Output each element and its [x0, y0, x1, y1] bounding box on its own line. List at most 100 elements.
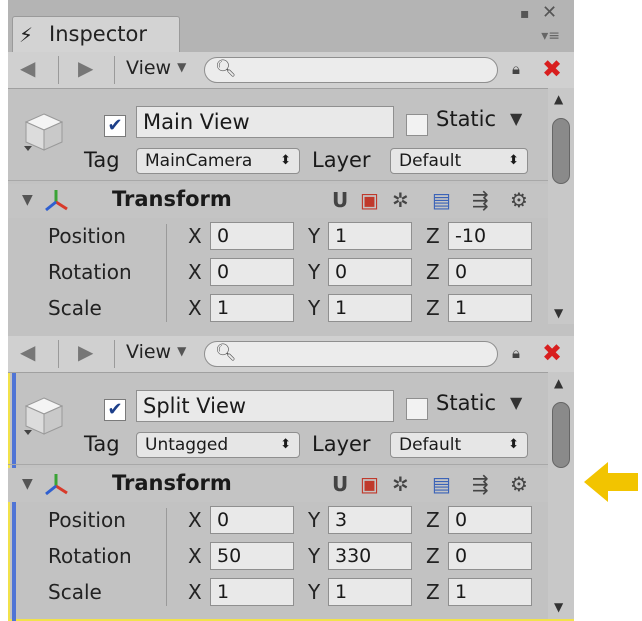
tag-dropdown[interactable]: MainCamera ⬍	[136, 148, 300, 174]
position-y-field[interactable]: 1	[328, 222, 412, 250]
u-icon[interactable]: U	[332, 472, 348, 496]
transform-header[interactable]: ▼ Transform U ▣ ✲ ▤ ⇶ ⚙	[8, 468, 548, 502]
back-button[interactable]: ◀	[20, 340, 35, 364]
position-label: Position	[48, 224, 126, 248]
forward-button[interactable]: ▶	[78, 340, 93, 364]
scale-y-field[interactable]: 1	[328, 578, 412, 606]
gear-icon[interactable]: ⚙	[510, 472, 528, 496]
book-icon[interactable]: ▤	[432, 472, 451, 496]
static-checkbox[interactable]	[406, 114, 428, 136]
scroll-up-icon[interactable]: ▲	[554, 92, 563, 106]
scrollbar[interactable]: ▲ ▼	[548, 372, 574, 619]
layer-label: Layer	[312, 148, 371, 172]
axis-x-label: X	[188, 544, 202, 568]
object-name-field[interactable]: Split View	[136, 390, 394, 422]
foldout-arrow-icon[interactable]: ▼	[22, 192, 33, 208]
layer-value: Default	[399, 151, 462, 171]
rotation-label: Rotation	[48, 260, 132, 284]
book-icon[interactable]: ▤	[432, 188, 451, 212]
scale-label: Scale	[48, 296, 102, 320]
search-icon: 🔍︎	[215, 59, 237, 79]
search-input[interactable]: 🔍︎	[204, 57, 498, 83]
scroll-down-icon[interactable]: ▼	[554, 600, 563, 614]
layer-dropdown[interactable]: Default ⬍	[390, 432, 528, 458]
toolbar-separator	[58, 340, 59, 368]
position-x-field[interactable]: 0	[210, 506, 294, 534]
position-z-field[interactable]: 0	[448, 506, 532, 534]
scale-z-field[interactable]: 1	[448, 578, 532, 606]
scroll-down-icon[interactable]: ▼	[554, 306, 563, 320]
scrollbar-thumb[interactable]	[552, 402, 570, 468]
lock-icon[interactable]: 🔒︎	[512, 344, 520, 362]
scroll-up-icon[interactable]: ▲	[554, 376, 563, 390]
window-close-icon[interactable]: ✕	[542, 2, 557, 23]
scrollbar[interactable]: ▲ ▼	[548, 88, 574, 324]
scale-z-field[interactable]: 1	[448, 294, 532, 322]
position-z-field[interactable]: -10	[448, 222, 532, 250]
axis-z-label: Z	[426, 580, 440, 604]
search-input[interactable]: 🔍︎	[204, 341, 498, 367]
cube-icon[interactable]: ▣	[360, 472, 379, 496]
transform-header[interactable]: ▼ Transform U ▣ ✲ ▤ ⇶ ⚙	[8, 184, 548, 218]
object-name-field[interactable]: Main View	[136, 106, 394, 138]
rotation-z-field[interactable]: 0	[448, 542, 532, 570]
sliders-icon[interactable]: ⇶	[472, 472, 489, 496]
label-divider	[166, 508, 167, 606]
close-icon[interactable]: ✖	[542, 55, 562, 83]
rotation-z-field[interactable]: 0	[448, 258, 532, 286]
foldout-arrow-icon[interactable]: ▼	[22, 476, 33, 492]
forward-button[interactable]: ▶	[78, 56, 93, 80]
view-dropdown[interactable]: View ▼	[126, 57, 186, 79]
axis-x-label: X	[188, 296, 202, 320]
scale-x-field[interactable]: 1	[210, 578, 294, 606]
view-dropdown-label: View	[126, 341, 172, 363]
rotation-x-field[interactable]: 50	[210, 542, 294, 570]
cube-icon[interactable]: ▣	[360, 188, 379, 212]
axis-x-label: X	[188, 224, 202, 248]
panel-menu-icon[interactable]: ▾≡	[541, 28, 560, 44]
active-checkbox[interactable]: ✔	[104, 399, 126, 421]
position-x-field[interactable]: 0	[210, 222, 294, 250]
position-y-field[interactable]: 3	[328, 506, 412, 534]
static-checkbox[interactable]	[406, 398, 428, 420]
u-icon[interactable]: U	[332, 188, 348, 212]
layer-label: Layer	[312, 432, 371, 456]
static-dropdown-icon[interactable]: ▼	[510, 393, 522, 412]
scale-y-field[interactable]: 1	[328, 294, 412, 322]
static-dropdown-icon[interactable]: ▼	[510, 109, 522, 128]
sliders-icon[interactable]: ⇶	[472, 188, 489, 212]
lock-icon[interactable]: 🔒︎	[512, 60, 520, 78]
gear-icon[interactable]: ⚙	[510, 188, 528, 212]
static-label: Static	[436, 391, 497, 415]
active-checkbox[interactable]: ✔	[104, 115, 126, 137]
layer-dropdown[interactable]: Default ⬍	[390, 148, 528, 174]
toolbar-separator	[114, 56, 115, 84]
window-titlebar: ⚡ Inspector ▪ ✕ ▾≡	[8, 0, 574, 52]
cog-icon[interactable]: ✲	[392, 188, 409, 212]
close-icon[interactable]: ✖	[542, 339, 562, 367]
back-button[interactable]: ◀	[20, 56, 35, 80]
axis-y-label: Y	[308, 580, 321, 604]
inspector-pane-bottom: ◀ ▶ View ▼ 🔍︎ 🔒︎ ✖ ✔ Split View Static ▼ …	[8, 336, 574, 621]
tag-dropdown[interactable]: Untagged ⬍	[136, 432, 300, 458]
rotation-y-field[interactable]: 0	[328, 258, 412, 286]
scrollbar-thumb[interactable]	[552, 118, 570, 184]
cog-icon[interactable]: ✲	[392, 472, 409, 496]
maximize-icon[interactable]: ▪	[520, 6, 530, 22]
axis-y-label: Y	[308, 224, 321, 248]
chevron-down-icon: ▼	[177, 60, 187, 74]
tag-label: Tag	[84, 432, 120, 456]
axis-y-label: Y	[308, 296, 321, 320]
axis-y-label: Y	[308, 260, 321, 284]
scale-x-field[interactable]: 1	[210, 294, 294, 322]
rotation-y-field[interactable]: 330	[328, 542, 412, 570]
transform-axes-icon	[45, 474, 68, 496]
tab-inspector[interactable]: ⚡ Inspector	[12, 16, 180, 52]
inspector-toolbar: ◀ ▶ View ▼ 🔍︎ 🔒︎ ✖	[8, 336, 574, 373]
view-dropdown[interactable]: View ▼	[126, 341, 186, 363]
axis-x-label: X	[188, 508, 202, 532]
component-title: Transform	[112, 187, 232, 211]
tag-value: Untagged	[145, 435, 229, 455]
rotation-x-field[interactable]: 0	[210, 258, 294, 286]
label-divider	[166, 224, 167, 322]
